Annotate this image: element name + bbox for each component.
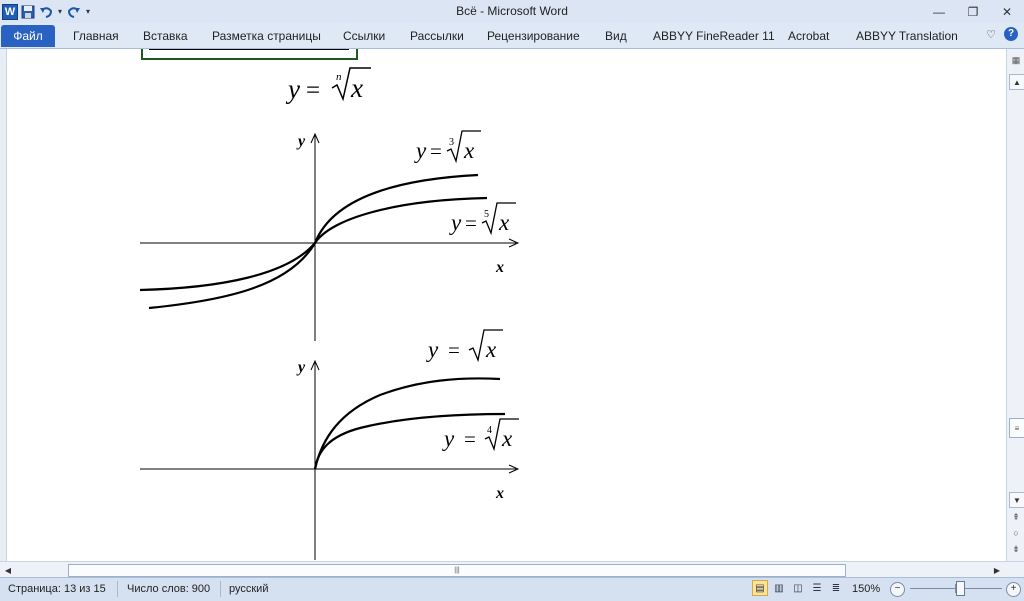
- tab-view[interactable]: Вид: [605, 27, 627, 45]
- horizontal-scroll-thumb[interactable]: |||: [68, 564, 846, 577]
- scroll-right-button[interactable]: ▶: [991, 564, 1003, 576]
- help-icon[interactable]: ?: [1004, 27, 1018, 41]
- formula-main-lhs: y: [285, 74, 300, 104]
- scroll-up-button[interactable]: ▲: [1009, 74, 1024, 90]
- select-browse-object-icon[interactable]: ○: [1011, 528, 1021, 538]
- zoom-slider-thumb[interactable]: [956, 581, 965, 596]
- status-separator: [117, 581, 118, 597]
- svg-text:=: =: [448, 338, 460, 362]
- tab-acrobat[interactable]: Acrobat: [788, 27, 829, 45]
- zoom-out-button[interactable]: −: [890, 582, 905, 597]
- web-layout-icon[interactable]: ◫: [790, 580, 806, 596]
- view-buttons: ▤ ▥ ◫ ☰ ≣: [752, 580, 844, 596]
- formula-main-radicand: x: [350, 73, 363, 103]
- language-indicator[interactable]: русский: [229, 583, 268, 595]
- scroll-left-button[interactable]: ◀: [2, 564, 14, 576]
- close-button[interactable]: ✕: [990, 0, 1024, 23]
- svg-text:=: =: [464, 427, 476, 451]
- restore-button[interactable]: ❐: [956, 0, 990, 23]
- tab-references[interactable]: Ссылки: [343, 27, 385, 45]
- fourth-root-curve: [313, 412, 506, 470]
- print-layout-view-icon[interactable]: ▤: [752, 580, 768, 596]
- svg-text:x: x: [463, 138, 475, 163]
- zoom-in-button[interactable]: +: [1006, 582, 1021, 597]
- tab-insert[interactable]: Вставка: [143, 27, 188, 45]
- next-page-icon[interactable]: ⇟: [1011, 544, 1021, 554]
- horizontal-scrollbar[interactable]: ◀ ||| ▶: [0, 561, 1006, 578]
- graph1-y-label: y: [296, 133, 306, 150]
- graph2-label-top: y = x: [426, 329, 503, 363]
- cube-root-curve: [148, 173, 479, 310]
- svg-text:y: y: [414, 138, 427, 163]
- left-margin: [0, 49, 7, 561]
- document-area[interactable]: y = n x y x y = 3 x y = 5 x y x y = x y …: [0, 49, 1006, 561]
- status-bar: Страница: 13 из 15 Число слов: 900 русск…: [0, 577, 1024, 601]
- ribbon-help-area: ♡ ?: [986, 27, 1018, 41]
- draft-view-icon[interactable]: ≣: [828, 580, 844, 596]
- svg-text:=: =: [430, 139, 442, 163]
- svg-text:4: 4: [487, 425, 492, 436]
- page-count[interactable]: Страница: 13 из 15: [8, 583, 106, 595]
- tab-home[interactable]: Главная: [73, 27, 119, 45]
- formula-main-eq: =: [306, 77, 320, 104]
- graph2-x-label: x: [495, 485, 504, 502]
- svg-text:3: 3: [449, 137, 454, 148]
- graph2-label-bottom: y = 4 x: [442, 418, 519, 452]
- tab-file[interactable]: Файл: [1, 25, 55, 47]
- tab-mailings[interactable]: Рассылки: [410, 27, 464, 45]
- heading-ink: [149, 49, 349, 50]
- formula-main: y = n x: [285, 67, 371, 104]
- minimize-button[interactable]: —: [922, 0, 956, 23]
- word-count[interactable]: Число слов: 900: [127, 583, 210, 595]
- full-screen-reading-icon[interactable]: ▥: [771, 580, 787, 596]
- svg-text:x: x: [498, 210, 510, 235]
- outline-view-icon[interactable]: ☰: [809, 580, 825, 596]
- fifth-root-curve: [139, 196, 488, 292]
- ruler-toggle-icon[interactable]: ▦: [1011, 55, 1021, 65]
- vertical-scrollbar[interactable]: ▦ ▲ ≡ ▼ ⇞ ○ ⇟: [1006, 49, 1024, 561]
- graph1-x-label: x: [495, 259, 504, 276]
- svg-text:x: x: [501, 426, 513, 451]
- function-graphs: y = n x y x y = 3 x y = 5 x y x y = x y …: [139, 67, 520, 560]
- scrollbar-corner: [1006, 561, 1024, 578]
- scroll-down-button[interactable]: ▼: [1009, 492, 1024, 508]
- tab-page-layout[interactable]: Разметка страницы: [212, 27, 321, 45]
- tab-abbyy-translation[interactable]: ABBYY Translation: [856, 27, 958, 45]
- heading-fragment: [141, 49, 358, 60]
- window-controls: — ❐ ✕: [922, 0, 1024, 23]
- square-root-curve: [313, 377, 501, 470]
- graph1-label-bottom: y = 5 x: [449, 202, 516, 236]
- previous-page-icon[interactable]: ⇞: [1011, 512, 1021, 522]
- vertical-scroll-thumb[interactable]: ≡: [1009, 418, 1024, 438]
- svg-text:y: y: [442, 426, 455, 451]
- graph1-label-top: y = 3 x: [414, 130, 481, 164]
- zoom-level[interactable]: 150%: [852, 583, 880, 595]
- status-separator: [220, 581, 221, 597]
- svg-text:=: =: [465, 211, 477, 235]
- minimize-ribbon-icon[interactable]: ♡: [986, 28, 996, 41]
- svg-text:5: 5: [484, 209, 489, 220]
- svg-text:y: y: [426, 337, 439, 362]
- window-title: Всё - Microsoft Word: [456, 4, 568, 18]
- tab-review[interactable]: Рецензирование: [487, 27, 580, 45]
- graph2-y-label: y: [296, 359, 306, 376]
- graph1: y x y = 3 x y = 5 x: [139, 130, 520, 341]
- ribbon-tabs: Файл Главная Вставка Разметка страницы С…: [0, 23, 1024, 49]
- svg-text:y: y: [449, 210, 462, 235]
- svg-text:x: x: [485, 337, 497, 362]
- graph2: y x y = x y = 4 x: [140, 329, 520, 560]
- tab-abbyy-finereader[interactable]: ABBYY FineReader 11: [653, 27, 775, 45]
- formula-main-index: n: [336, 71, 342, 83]
- title-bar: W ▾ ▾ Всё - Microsoft Word — ❐ ✕: [0, 0, 1024, 23]
